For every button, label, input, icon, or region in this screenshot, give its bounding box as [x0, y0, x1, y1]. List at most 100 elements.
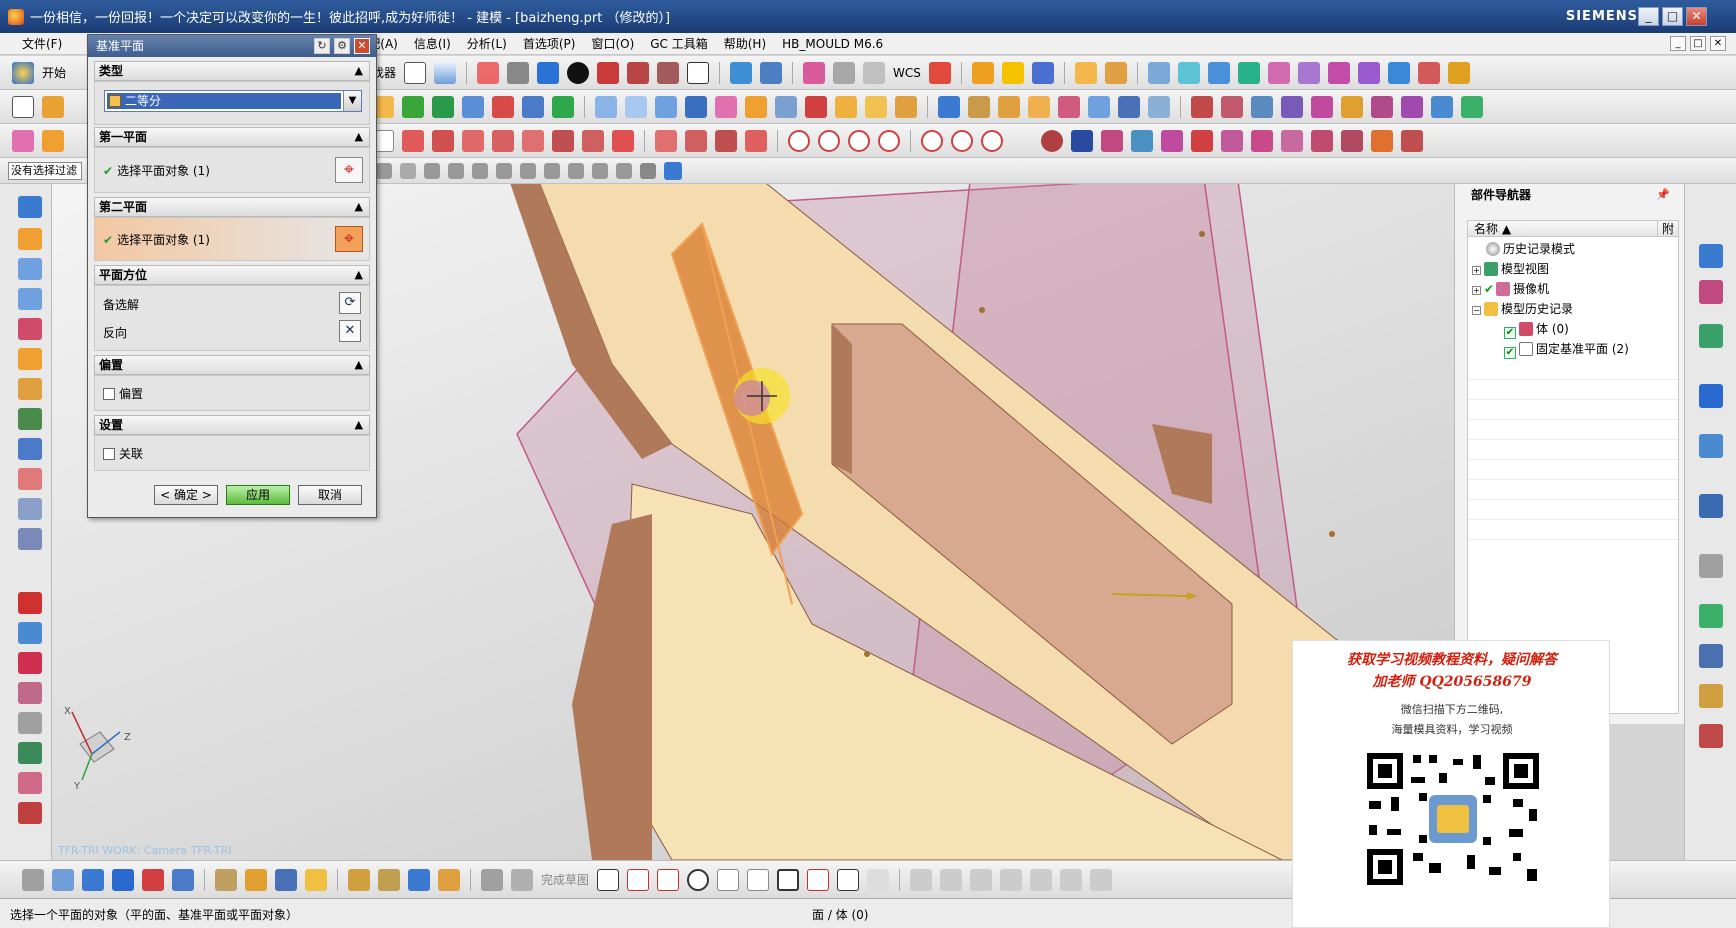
- selection-cube-icon[interactable]: [664, 161, 682, 180]
- finish-sketch-icon[interactable]: [511, 868, 533, 891]
- background-icon[interactable]: [687, 61, 710, 84]
- tree-node-body[interactable]: ✔ 体 (0): [1504, 319, 1569, 339]
- menu-analysis[interactable]: 分析(L): [459, 35, 515, 52]
- make-corner-icon[interactable]: [970, 868, 993, 891]
- cancel-button[interactable]: 取消: [298, 485, 362, 505]
- selection-filter-combo[interactable]: 没有选择过滤: [8, 161, 82, 180]
- circle-2-icon[interactable]: [818, 129, 840, 152]
- orient-view-icon[interactable]: [730, 61, 753, 84]
- surface-2-icon[interactable]: [1028, 95, 1050, 118]
- snap-point-2-icon[interactable]: [448, 162, 464, 179]
- menu-window[interactable]: 窗口(O): [583, 35, 642, 52]
- part-navigator-icon[interactable]: [1699, 324, 1723, 348]
- chevron-down-icon[interactable]: ▼: [343, 91, 361, 111]
- mdi-restore-button[interactable]: □: [1690, 36, 1706, 51]
- hb-tool-h-icon[interactable]: [1311, 129, 1333, 152]
- left-tool-13-icon[interactable]: [18, 592, 42, 614]
- apply-button[interactable]: 应用: [226, 485, 290, 505]
- hb-tool-d-icon[interactable]: [1191, 129, 1213, 152]
- studio-spline-icon[interactable]: [807, 868, 830, 891]
- minimize-button[interactable]: _: [1638, 7, 1659, 26]
- dialog-close-button[interactable]: ✕: [354, 38, 370, 54]
- constraint-navigator-icon[interactable]: [1699, 280, 1723, 304]
- history-icon[interactable]: [1699, 494, 1723, 518]
- curve-trim-icon[interactable]: [612, 129, 634, 152]
- circle-icon[interactable]: [687, 868, 710, 891]
- tree-node-model-views[interactable]: + 模型视图: [1472, 259, 1549, 279]
- first-plane-select-row[interactable]: ✔ 选择平面对象 (1): [103, 162, 210, 179]
- snap-point-6-icon[interactable]: [544, 162, 560, 179]
- profile-icon[interactable]: [597, 868, 620, 891]
- mirror-icon[interactable]: [835, 95, 857, 118]
- left-tool-7-icon[interactable]: [18, 378, 42, 400]
- shaded-cube-icon[interactable]: [537, 61, 560, 84]
- curve-offset-icon[interactable]: [552, 129, 574, 152]
- pin-icon[interactable]: 📌: [1656, 184, 1670, 206]
- section-second-plane-header[interactable]: 第二平面 ▲: [94, 197, 370, 217]
- quick-extend-icon[interactable]: [940, 868, 963, 891]
- section-orientation-header[interactable]: 平面方位 ▲: [94, 265, 370, 285]
- left-tool-8-icon[interactable]: [18, 408, 42, 430]
- mould-tool-2-icon[interactable]: [1177, 61, 1200, 84]
- left-tool-15-icon[interactable]: [18, 652, 42, 674]
- fillet-icon[interactable]: [717, 868, 740, 891]
- snap-icon[interactable]: [1031, 61, 1054, 84]
- move-icon[interactable]: [863, 61, 886, 84]
- snap-point-9-icon[interactable]: [616, 162, 632, 179]
- transform-icon[interactable]: [803, 61, 826, 84]
- chamfer-icon[interactable]: [625, 95, 647, 118]
- menu-hb-mould[interactable]: HB_MOULD M6.6: [774, 37, 891, 51]
- start-icon[interactable]: [12, 61, 34, 84]
- reuse-library-icon[interactable]: [1699, 384, 1723, 408]
- rectangle-icon[interactable]: [777, 868, 800, 891]
- offset-curve-icon[interactable]: [867, 868, 890, 891]
- hb-tool-i-icon[interactable]: [1341, 129, 1363, 152]
- wire-cube-icon[interactable]: [657, 61, 680, 84]
- hb-7-icon[interactable]: [1371, 95, 1393, 118]
- roles-icon[interactable]: [1699, 684, 1723, 708]
- circle-5-icon[interactable]: [921, 129, 943, 152]
- hb-2-icon[interactable]: [1221, 95, 1243, 118]
- section-first-plane-header[interactable]: 第一平面 ▲: [94, 127, 370, 147]
- unite-icon[interactable]: [402, 95, 424, 118]
- dimension-icon[interactable]: [1030, 868, 1053, 891]
- constraints-icon[interactable]: [1000, 868, 1023, 891]
- hb-6-icon[interactable]: [1341, 95, 1363, 118]
- navigator-column-header[interactable]: 名称 ▲ 附: [1468, 221, 1678, 237]
- left-tool-3-icon[interactable]: [18, 258, 42, 280]
- snap-point-4-icon[interactable]: [496, 162, 512, 179]
- analyze-icon[interactable]: [1001, 61, 1024, 84]
- sew-icon[interactable]: [895, 95, 917, 118]
- hb-10-icon[interactable]: [1461, 95, 1483, 118]
- curve-extend-icon[interactable]: [655, 129, 677, 152]
- curve-spline-icon[interactable]: [462, 129, 484, 152]
- pocket-icon[interactable]: [522, 95, 544, 118]
- left-tool-6-icon[interactable]: [18, 348, 42, 370]
- grid-icon[interactable]: [833, 61, 856, 84]
- bottom-tool-1-icon[interactable]: [22, 868, 44, 891]
- hb-tool-a-icon[interactable]: [1101, 129, 1123, 152]
- section-settings-header[interactable]: 设置 ▲: [94, 415, 370, 435]
- tree-node-model-history[interactable]: − 模型历史记录: [1472, 299, 1573, 319]
- line-icon[interactable]: [627, 868, 650, 891]
- snap-point-3-icon[interactable]: [472, 162, 488, 179]
- left-tool-1-icon[interactable]: [18, 196, 42, 218]
- measure-icon[interactable]: [971, 61, 994, 84]
- offset-face-icon[interactable]: [775, 95, 797, 118]
- boss-icon[interactable]: [492, 95, 514, 118]
- associative-checkbox[interactable]: 关联: [103, 445, 143, 462]
- red-cube-icon[interactable]: [597, 61, 620, 84]
- left-tool-9-icon[interactable]: [18, 438, 42, 460]
- assembly-navigator-icon[interactable]: [1699, 244, 1723, 268]
- bottom-tool-4-icon[interactable]: [112, 868, 134, 891]
- curve-divide-icon[interactable]: [685, 129, 707, 152]
- mould-tool-11-icon[interactable]: [1447, 61, 1470, 84]
- arc-icon[interactable]: [657, 868, 680, 891]
- circle-7-icon[interactable]: [981, 129, 1003, 152]
- auto-constraint-icon[interactable]: [1060, 868, 1083, 891]
- left-tool-11-icon[interactable]: [18, 498, 42, 520]
- web-browser-icon[interactable]: [1699, 434, 1723, 458]
- curve-circle-icon[interactable]: [492, 129, 514, 152]
- second-plane-select-row[interactable]: ✔ 选择平面对象 (1): [103, 231, 210, 248]
- wcs-orient-icon[interactable]: [928, 61, 951, 84]
